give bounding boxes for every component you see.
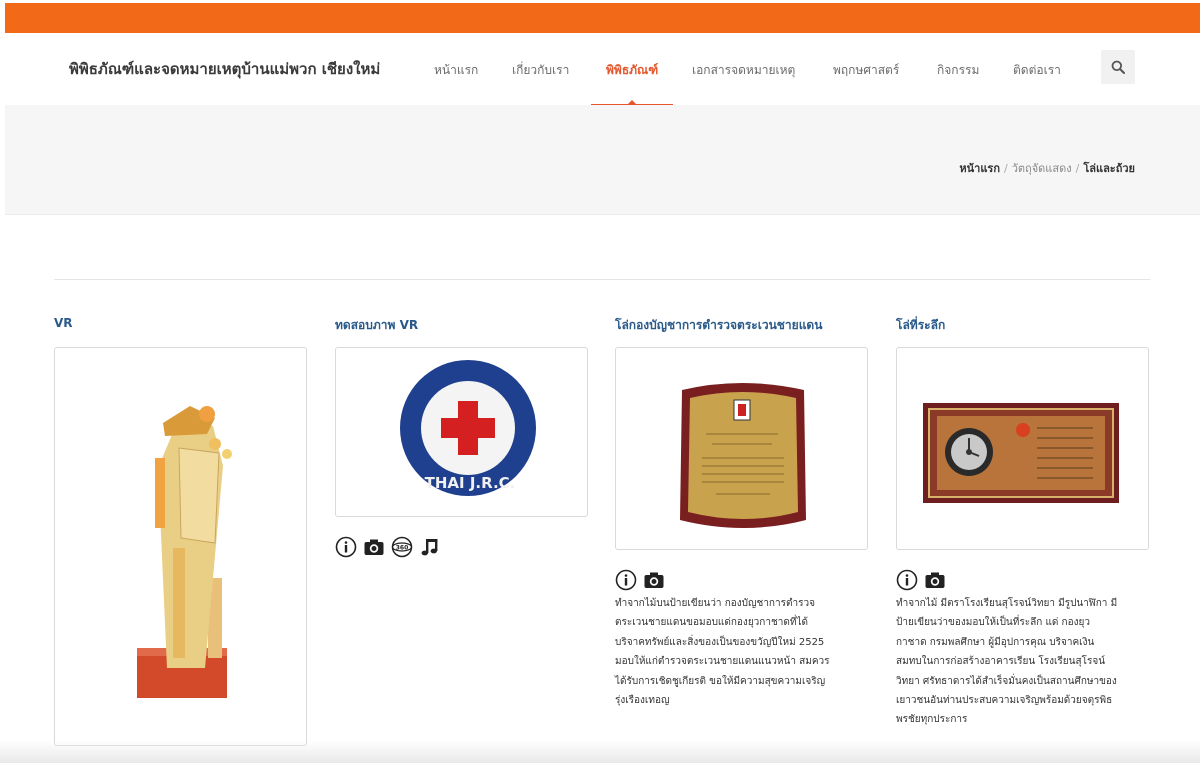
- card-title[interactable]: ทดสอบภาพ VR: [335, 316, 588, 332]
- camera-icon[interactable]: [924, 569, 946, 591]
- card-description: ทำจากไม้ มีตราโรงเรียนสุโรจน์วิทยา มีรูป…: [896, 594, 1149, 730]
- plaque-image[interactable]: [615, 347, 868, 550]
- 360-icon[interactable]: 360: [391, 536, 413, 558]
- figurine-image[interactable]: [54, 347, 307, 746]
- music-icon[interactable]: [419, 536, 441, 558]
- card-title[interactable]: โล่กองบัญชาการตำรวจตระเวนชายแดน: [615, 316, 868, 332]
- card-icon-row: [615, 569, 665, 591]
- info-icon[interactable]: [896, 569, 918, 591]
- exhibit-card-vr: VR: [54, 316, 307, 746]
- description-line: กาชาด กรมพลศึกษา ผู้มีอุปการคุณ บริจาคเง…: [896, 636, 1095, 648]
- site-header: พิพิธภัณฑ์และจดหมายเหตุบ้านแม่พวก เชียงใ…: [5, 33, 1200, 106]
- bottom-fade: [0, 740, 1200, 763]
- nav-item-museum[interactable]: พิพิธภัณฑ์: [606, 61, 658, 80]
- plaque-illustration: [680, 383, 806, 528]
- badge-text: THAI J.R.C.: [425, 474, 516, 492]
- card-icon-row: [896, 569, 946, 591]
- card-title[interactable]: โล่ที่ระลึก: [896, 316, 1149, 332]
- description-line: บริจาคทรัพย์และสิ่งของเป็นของขวัญปีใหม่ …: [615, 636, 825, 648]
- description-line: ทำจากไม้บนป้ายเขียนว่า กองบัญชาการตำรวจ: [615, 598, 815, 609]
- search-icon: [1111, 60, 1125, 74]
- description-line: ทำจากไม้ มีตราโรงเรียนสุโรจน์วิทยา มีรูป…: [896, 598, 1118, 609]
- souvenir-plaque-image[interactable]: [896, 347, 1149, 550]
- card-description: ทำจากไม้บนป้ายเขียนว่า กองบัญชาการตำรวจ …: [615, 594, 868, 710]
- exhibit-card-souvenir-plaque: โล่ที่ระลึก ทำจากไม้ มีตราโรงเรียนสุโรจน…: [896, 316, 1149, 725]
- description-line: รุ่งเรืองเทอญ: [615, 695, 670, 707]
- description-line: วิทยา ศรัทธาดารได้สำเร็จมั่นคงเป็นสถานศึ…: [896, 675, 1117, 687]
- page-banner: หน้าแรก / วัตถุจัดแสดง / โล่และถ้วย: [5, 105, 1200, 215]
- nav-item-contact[interactable]: ติดต่อเรา: [1013, 61, 1061, 80]
- search-button[interactable]: [1101, 50, 1135, 84]
- red-cross-badge-image[interactable]: THAI J.R.C.: [335, 347, 588, 517]
- card-title[interactable]: VR: [54, 316, 307, 332]
- description-line: เยาวชนอันท่านประสบความเจริญพร้อมด้วยจตุร…: [896, 695, 1113, 707]
- description-line: มอบให้แก่ตำรวจตระเวนชายแดนแนวหน้า สมควร: [615, 656, 830, 668]
- figurine-illustration: [137, 406, 232, 698]
- description-line: ได้รับการเชิดชูเกียรติ ขอให้มีความสุขควา…: [615, 675, 826, 687]
- nav-item-activities[interactable]: กิจกรรม: [937, 61, 979, 80]
- nav-item-botany[interactable]: พฤกษศาสตร์: [833, 61, 899, 80]
- exhibit-card-vr-test: ทดสอบภาพ VR THAI J.R.C. 360: [335, 316, 588, 558]
- info-icon[interactable]: [335, 536, 357, 558]
- description-line: พรชัยทุกประการ: [896, 714, 968, 726]
- breadcrumb: หน้าแรก / วัตถุจัดแสดง / โล่และถ้วย: [959, 159, 1135, 177]
- breadcrumb-section[interactable]: วัตถุจัดแสดง: [1012, 162, 1072, 175]
- camera-icon[interactable]: [643, 569, 665, 591]
- card-icon-row: 360: [335, 536, 441, 558]
- info-icon[interactable]: [615, 569, 637, 591]
- badge-illustration: THAI J.R.C.: [400, 360, 536, 496]
- page: พิพิธภัณฑ์และจดหมายเหตุบ้านแม่พวก เชียงใ…: [0, 0, 1200, 763]
- description-line: ตระเวนชายแดนขอมอบแด่กองยุวกาชาดที่ได้: [615, 617, 808, 629]
- breadcrumb-current: โล่และถ้วย: [1083, 162, 1135, 175]
- description-line: ป้ายเขียนว่าของมอบให้เป็นที่ระลึก แด่ กอ…: [896, 617, 1090, 629]
- nav-item-about[interactable]: เกี่ยวกับเรา: [512, 61, 569, 80]
- breadcrumb-separator: /: [1075, 162, 1080, 175]
- top-color-bar: [5, 3, 1200, 33]
- souvenir-plaque-illustration: [923, 403, 1119, 503]
- description-line: สมทบในการก่อสร้างอาคารเรียน โรงเรียนสุโร…: [896, 656, 1106, 668]
- exhibit-card-bpp-plaque: โล่กองบัญชาการตำรวจตระเวนชายแดน ทำจากไม้…: [615, 316, 868, 706]
- svg-text:360: 360: [396, 545, 409, 552]
- site-title[interactable]: พิพิธภัณฑ์และจดหมายเหตุบ้านแม่พวก เชียงใ…: [69, 57, 380, 81]
- breadcrumb-separator: /: [1004, 162, 1008, 175]
- nav-item-home[interactable]: หน้าแรก: [434, 61, 478, 80]
- breadcrumb-home[interactable]: หน้าแรก: [959, 162, 1000, 175]
- nav-item-archives[interactable]: เอกสารจดหมายเหตุ: [692, 61, 795, 80]
- content-divider: [54, 279, 1150, 280]
- camera-icon[interactable]: [363, 536, 385, 558]
